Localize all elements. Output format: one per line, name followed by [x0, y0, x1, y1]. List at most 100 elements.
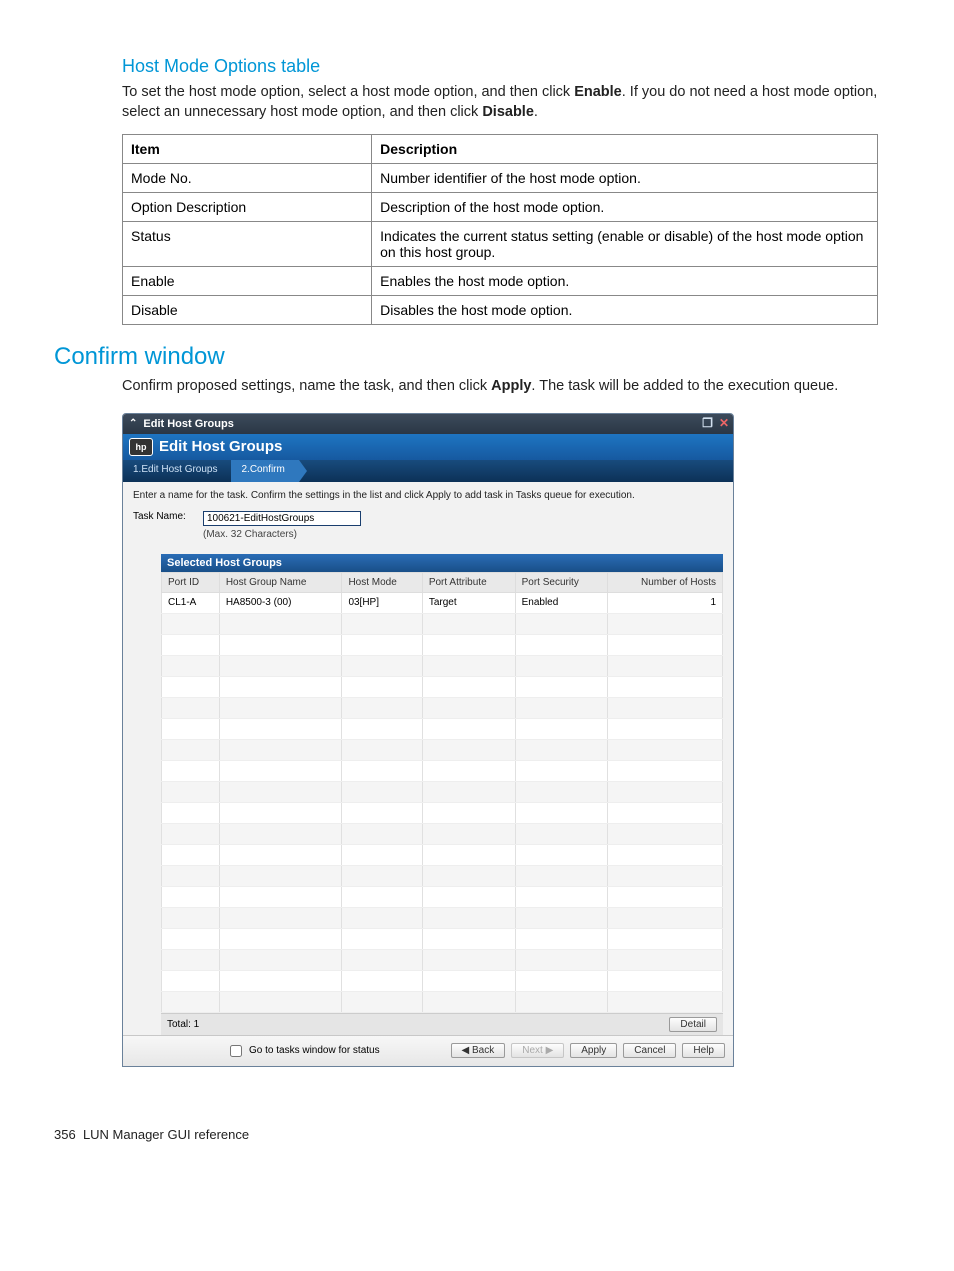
task-name-input[interactable] — [203, 511, 361, 526]
grid-cell — [219, 970, 342, 991]
grid-cell — [515, 949, 607, 970]
goto-tasks-checkbox-label[interactable]: Go to tasks window for status — [226, 1042, 380, 1060]
grid-cell — [422, 865, 515, 886]
grid-cell — [515, 613, 607, 634]
goto-tasks-checkbox[interactable] — [230, 1045, 242, 1057]
grid-cell — [219, 760, 342, 781]
grid-cell — [515, 844, 607, 865]
grid-cell — [607, 865, 722, 886]
back-button[interactable]: ◀ Back — [451, 1043, 506, 1058]
grid-cell — [515, 697, 607, 718]
grid-cell — [422, 907, 515, 928]
grid-cell — [162, 760, 220, 781]
grid-cell — [607, 739, 722, 760]
grid-cell — [342, 613, 422, 634]
grid-cell — [422, 613, 515, 634]
grid-cell — [342, 844, 422, 865]
grid-cell — [515, 907, 607, 928]
grid-cell — [219, 634, 342, 655]
wizard-instruction: Enter a name for the task. Confirm the s… — [133, 490, 723, 501]
step-1-edit-host-groups[interactable]: 1.Edit Host Groups — [123, 460, 231, 482]
grid-cell — [219, 676, 342, 697]
grid-cell — [162, 718, 220, 739]
grid-cell — [422, 928, 515, 949]
grid-cell — [422, 760, 515, 781]
grid-cell — [515, 634, 607, 655]
table-cell: Enables the host mode option. — [372, 267, 878, 296]
grid-cell — [162, 823, 220, 844]
grid-cell — [342, 907, 422, 928]
table-cell: Description of the host mode option. — [372, 193, 878, 222]
grid-cell — [342, 802, 422, 823]
grid-cell — [607, 718, 722, 739]
grid-cell: 1 — [607, 592, 722, 613]
detail-button[interactable]: Detail — [669, 1017, 717, 1032]
help-button[interactable]: Help — [682, 1043, 725, 1058]
grid-row-empty — [162, 655, 723, 676]
grid-header-cell: Port Attribute — [422, 572, 515, 592]
grid-row-empty — [162, 739, 723, 760]
grid-cell — [342, 991, 422, 1012]
grid-cell — [422, 739, 515, 760]
grid-cell — [515, 739, 607, 760]
section-host-mode-title: Host Mode Options table — [76, 56, 878, 77]
grid-header-cell: Number of Hosts — [607, 572, 722, 592]
grid-row-empty — [162, 823, 723, 844]
grid-row-empty — [162, 991, 723, 1012]
table-cell: Number identifier of the host mode optio… — [372, 164, 878, 193]
grid-cell — [515, 718, 607, 739]
dialog-footer: Go to tasks window for status ◀ Back Nex… — [123, 1035, 733, 1066]
grid-cell — [607, 634, 722, 655]
grid-header-cell: Host Group Name — [219, 572, 342, 592]
next-button: Next ▶ — [511, 1043, 564, 1058]
grid-cell — [607, 676, 722, 697]
grid-cell — [219, 844, 342, 865]
grid-cell — [422, 991, 515, 1012]
table-row: StatusIndicates the current status setti… — [123, 222, 878, 267]
grid-cell — [607, 823, 722, 844]
grid-row[interactable]: CL1-AHA8500-3 (00)03[HP]TargetEnabled1 — [162, 592, 723, 613]
grid-title: Selected Host Groups — [161, 554, 723, 572]
table-cell: Disables the host mode option. — [372, 296, 878, 325]
collapse-icon[interactable]: ⌃ — [129, 418, 137, 429]
restore-icon[interactable]: ❐ — [702, 416, 713, 430]
apply-button[interactable]: Apply — [570, 1043, 617, 1058]
grid-cell — [219, 781, 342, 802]
grid-row-empty — [162, 865, 723, 886]
step-2-confirm[interactable]: 2.Confirm — [231, 460, 298, 482]
grid-cell — [219, 739, 342, 760]
grid-cell — [162, 739, 220, 760]
grid-cell — [162, 844, 220, 865]
grid-cell — [422, 844, 515, 865]
grid-cell — [422, 697, 515, 718]
grid-cell — [515, 991, 607, 1012]
table-row: Mode No.Number identifier of the host mo… — [123, 164, 878, 193]
grid-cell — [422, 823, 515, 844]
page-number: 356 — [54, 1127, 76, 1142]
table-row: Option DescriptionDescription of the hos… — [123, 193, 878, 222]
grid-cell — [422, 718, 515, 739]
grid-cell — [515, 676, 607, 697]
page-footer: 356 LUN Manager GUI reference — [54, 1127, 878, 1142]
grid-cell — [219, 823, 342, 844]
grid-cell — [219, 697, 342, 718]
grid-cell: CL1-A — [162, 592, 220, 613]
grid-cell — [219, 991, 342, 1012]
window-title: Edit Host Groups — [143, 418, 233, 430]
confirm-text-1: Confirm proposed settings, name the task… — [122, 378, 491, 394]
close-icon[interactable]: ✕ — [719, 416, 729, 430]
grid-cell — [219, 949, 342, 970]
grid-cell — [515, 865, 607, 886]
confirm-bold-apply: Apply — [491, 378, 531, 394]
grid-cell — [607, 991, 722, 1012]
window-titlebar: ⌃ Edit Host Groups ❐ ✕ — [123, 414, 733, 434]
task-name-label: Task Name: — [133, 511, 203, 522]
grid-row-empty — [162, 613, 723, 634]
cancel-button[interactable]: Cancel — [623, 1043, 676, 1058]
grid-cell — [422, 655, 515, 676]
th-item: Item — [123, 135, 372, 164]
grid-cell — [515, 760, 607, 781]
grid-cell — [607, 907, 722, 928]
table-cell: Disable — [123, 296, 372, 325]
grid-cell — [515, 655, 607, 676]
